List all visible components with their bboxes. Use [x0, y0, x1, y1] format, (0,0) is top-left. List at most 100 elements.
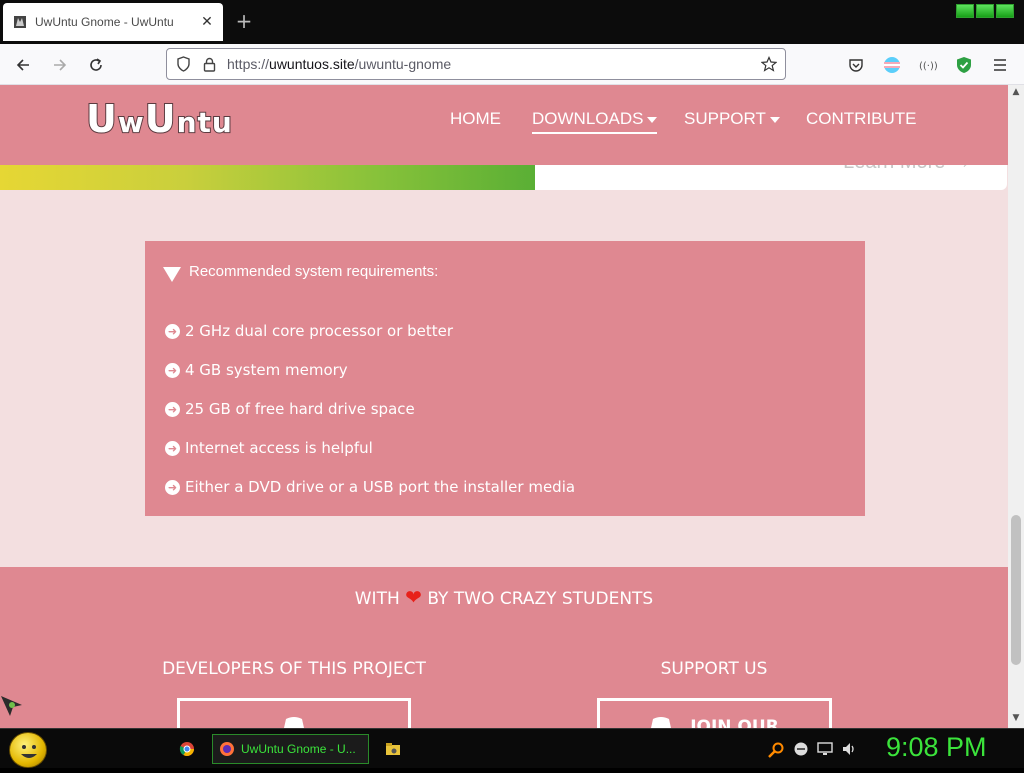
heart-icon: ❤: [405, 585, 422, 609]
tab-title: UwUntu Gnome - UwUntu: [35, 15, 174, 29]
forward-arrow-icon: [54, 59, 67, 71]
minimize-button[interactable]: [956, 4, 974, 18]
file-manager-icon[interactable]: [385, 741, 401, 757]
requirement-text: Either a DVD drive or a USB port the ins…: [185, 478, 576, 496]
requirement-text: 4 GB system memory: [185, 361, 348, 379]
browser-tab-strip: UwUntu Gnome - UwUntu ✕ +: [0, 0, 1024, 44]
site-logo[interactable]: UwUntu: [85, 96, 233, 142]
mouse-cursor-icon: [0, 695, 24, 722]
chrome-icon[interactable]: [179, 741, 195, 757]
svg-text:((·)): ((·)): [919, 61, 937, 71]
tracking-shield-icon[interactable]: [173, 54, 193, 74]
pocket-button[interactable]: [843, 52, 869, 78]
requirements-title: Recommended system requirements:: [189, 263, 439, 280]
join-button-label: JOIN OUR: [690, 717, 779, 728]
arrow-circle-icon: ➜: [165, 401, 180, 417]
lock-icon[interactable]: [199, 54, 219, 74]
search-icon[interactable]: [767, 741, 785, 759]
bookmark-star-icon[interactable]: [759, 54, 779, 74]
reload-button[interactable]: [83, 52, 109, 78]
discord-icon: [284, 717, 304, 728]
developers-title: DEVELOPERS OF THIS PROJECT: [162, 659, 426, 679]
taskbar-task-firefox[interactable]: UwUntu Gnome - U...: [212, 734, 369, 764]
menu-label: CONTRIBUTE: [806, 109, 917, 128]
caret-down-icon: [647, 116, 658, 123]
requirement-text: 2 GHz dual core processor or better: [185, 322, 454, 340]
back-button[interactable]: [10, 52, 36, 78]
requirement-text: 25 GB of free hard drive space: [185, 400, 415, 418]
taskbar-clock[interactable]: 9:08 PM: [886, 732, 987, 763]
url-text: https://uwuntuos.site/uwuntu-gnome: [227, 56, 451, 72]
support-title: SUPPORT US: [660, 659, 768, 679]
banner-card: Learn More →: [535, 165, 1007, 190]
made-with-love: WITH ❤ BY TWO CRAZY STUDENTS: [0, 585, 1008, 609]
menu-label: DOWNLOADS: [532, 109, 644, 128]
requirement-text: Internet access is helpful: [185, 439, 373, 457]
smiley-icon: [21, 745, 37, 758]
arrow-circle-icon: ➜: [165, 479, 180, 495]
url-host: uwuntuos.site: [269, 56, 355, 72]
triangle-down-icon: [163, 267, 181, 282]
logo-letter: U: [85, 96, 118, 142]
scrollbar-thumb[interactable]: [1011, 515, 1021, 665]
menu-label: SUPPORT: [684, 109, 766, 128]
site-favicon-icon: [14, 16, 26, 28]
arrow-circle-icon: ➜: [165, 440, 180, 456]
requirements-panel: Recommended system requirements: ➜ 2 GHz…: [145, 241, 865, 516]
requirement-item: ➜ 2 GHz dual core processor or better: [165, 322, 453, 340]
menu-button[interactable]: [987, 52, 1013, 78]
extension-icon: ((·)): [919, 61, 937, 71]
adblock-button[interactable]: [951, 52, 977, 78]
extension-flag-button[interactable]: [879, 52, 905, 78]
volume-icon[interactable]: [841, 741, 857, 757]
discord-icon: [651, 717, 671, 728]
scroll-down-icon[interactable]: ▼: [1011, 713, 1021, 723]
start-menu-button[interactable]: [9, 732, 47, 768]
taskbar-task-label: UwUntu Gnome - U...: [241, 742, 356, 756]
url-scheme: https://: [227, 56, 270, 72]
shield-check-icon: [957, 57, 971, 73]
requirement-item: ➜ Either a DVD drive or a USB port the i…: [165, 478, 575, 496]
requirements-toggle[interactable]: Recommended system requirements:: [163, 261, 438, 282]
window-controls: [956, 4, 1014, 18]
maximize-button[interactable]: [976, 4, 994, 18]
requirement-item: ➜ Internet access is helpful: [165, 439, 373, 457]
menu-label: HOME: [450, 109, 501, 128]
reload-icon: [90, 58, 102, 71]
close-tab-icon[interactable]: ✕: [195, 10, 219, 34]
site-header: UwUntu HOME DOWNLOADS SUPPORT CONTRIBUTE: [0, 85, 1008, 165]
site-footer: WITH ❤ BY TWO CRAZY STUDENTS DEVELOPERS …: [0, 567, 1008, 728]
status-icon[interactable]: [793, 741, 809, 757]
scroll-up-icon[interactable]: ▲: [1011, 87, 1021, 97]
arrow-circle-icon: ➜: [165, 362, 180, 378]
requirement-item: ➜ 4 GB system memory: [165, 361, 348, 379]
close-window-button[interactable]: [996, 4, 1014, 18]
learn-more-link[interactable]: Learn More →: [843, 165, 971, 174]
logo-letter: w: [117, 105, 145, 140]
taskbar: UwUntu Gnome - U... 9:08 PM: [0, 728, 1024, 768]
caret-down-icon: [769, 116, 780, 123]
requirement-item: ➜ 25 GB of free hard drive space: [165, 400, 415, 418]
forward-button[interactable]: [47, 52, 73, 78]
logo-letter: U: [144, 96, 177, 142]
page-scrollbar[interactable]: ▲ ▼: [1008, 85, 1024, 728]
browser-tab[interactable]: UwUntu Gnome - UwUntu ✕: [3, 3, 223, 41]
menu-item-contribute[interactable]: CONTRIBUTE: [806, 109, 917, 129]
url-bar[interactable]: https://uwuntuos.site/uwuntu-gnome: [166, 48, 786, 80]
menu-item-home[interactable]: HOME: [450, 109, 501, 129]
menu-item-support[interactable]: SUPPORT: [684, 109, 780, 129]
extension-button[interactable]: ((·)): [915, 52, 941, 78]
browser-navbar: https://uwuntuos.site/uwuntu-gnome ((·)): [0, 44, 1024, 85]
page-viewport: UwUntu HOME DOWNLOADS SUPPORT CONTRIBUTE…: [0, 85, 1008, 728]
menu-item-downloads[interactable]: DOWNLOADS: [532, 109, 658, 134]
new-tab-button[interactable]: +: [232, 10, 256, 34]
gradient-banner: [0, 165, 535, 190]
network-icon[interactable]: [817, 741, 833, 757]
join-discord-button[interactable]: JOIN OUR: [597, 698, 832, 728]
hamburger-menu-icon: [994, 59, 1006, 71]
url-path: /uwuntu-gnome: [354, 56, 452, 72]
arrow-circle-icon: ➜: [165, 323, 180, 339]
made-with-suffix: BY TWO CRAZY STUDENTS: [427, 589, 654, 609]
trans-flag-icon: [884, 57, 900, 73]
developer-discord-button[interactable]: [177, 698, 411, 728]
